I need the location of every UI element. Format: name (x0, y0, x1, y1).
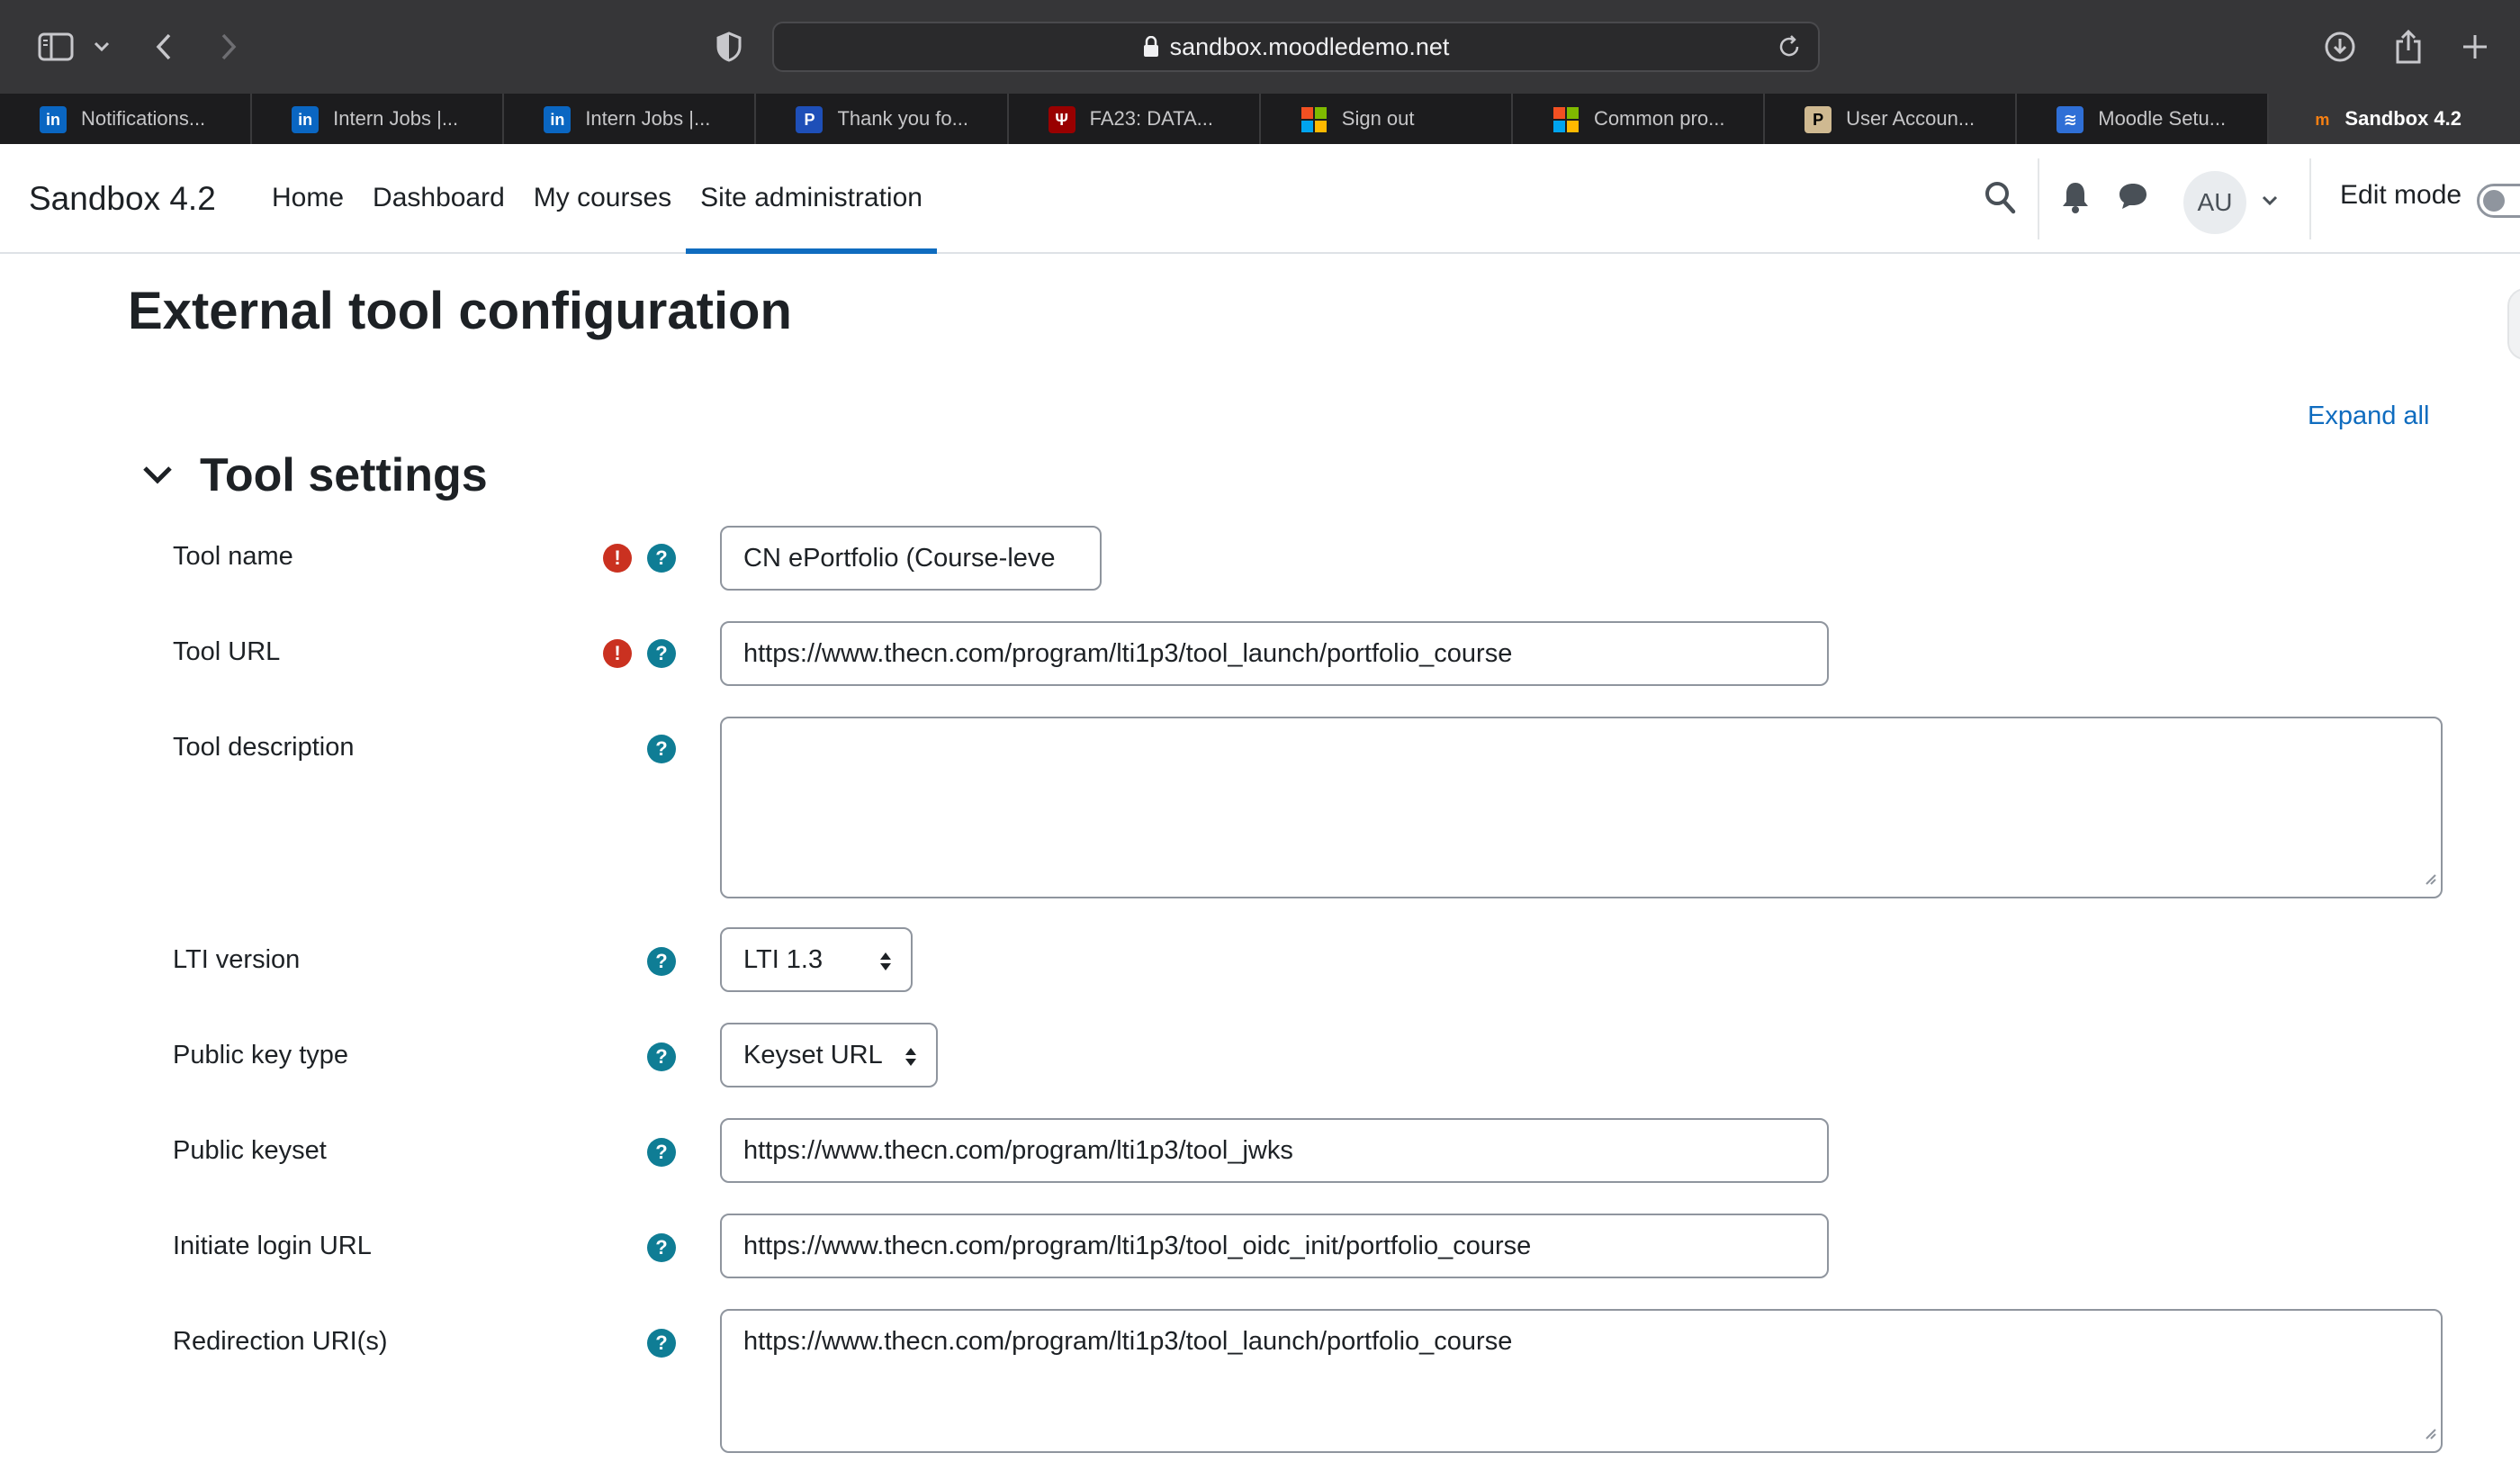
chevron-down-icon[interactable] (88, 22, 115, 72)
primary-navigation: Home Dashboard My courses Site administr… (257, 144, 937, 254)
nav-dashboard[interactable]: Dashboard (358, 144, 519, 252)
tab-label: User Accoun... (1846, 107, 1976, 130)
new-tab-icon[interactable] (2455, 22, 2495, 72)
public-key-type-value: Keyset URL (743, 1040, 883, 1069)
tab-user-account[interactable]: P User Accoun... (1765, 94, 2018, 144)
back-icon[interactable] (144, 22, 184, 72)
edit-mode-label: Edit mode (2340, 180, 2462, 210)
tab-label: Thank you fo... (837, 107, 968, 130)
public-keyset-input[interactable]: https://www.thecn.com/program/lti1p3/too… (720, 1118, 1829, 1183)
tool-url-label: Tool URL (173, 637, 281, 666)
tool-url-input[interactable]: https://www.thecn.com/program/lti1p3/too… (720, 621, 1829, 686)
tool-name-input[interactable]: CN ePortfolio (Course-leve (720, 526, 1102, 591)
help-icon[interactable]: ? (647, 1138, 676, 1167)
paypal-icon: P (796, 106, 824, 133)
moodle-icon: m (2315, 110, 2330, 129)
tab-thank-you[interactable]: P Thank you fo... (756, 94, 1009, 144)
lock-icon (1143, 36, 1159, 58)
tab-moodle-setup[interactable]: ≋ Moodle Setu... (2017, 94, 2270, 144)
linkedin-icon: in (40, 106, 67, 133)
sidebar-toggle-icon[interactable] (32, 22, 79, 72)
section-title-tool-settings[interactable]: Tool settings (200, 448, 488, 502)
lti-version-value: LTI 1.3 (743, 944, 824, 974)
site-brand[interactable]: Sandbox 4.2 (29, 180, 216, 218)
tab-linkedin-intern-jobs[interactable]: in Intern Jobs |... (252, 94, 505, 144)
user-avatar[interactable]: AU (2183, 171, 2246, 234)
expand-all-link[interactable]: Expand all (2308, 402, 2429, 431)
tool-description-textarea[interactable] (720, 717, 2443, 898)
search-icon[interactable] (1984, 180, 2016, 214)
redirection-uris-value: https://www.thecn.com/program/lti1p3/too… (743, 1327, 1513, 1356)
public-keyset-label: Public keyset (173, 1136, 327, 1165)
site-navbar: Sandbox 4.2 Home Dashboard My courses Si… (0, 144, 2520, 254)
microsoft-icon (1552, 106, 1580, 133)
help-icon[interactable]: ? (647, 735, 676, 763)
notifications-bell-icon[interactable] (2061, 180, 2090, 214)
help-icon[interactable]: ? (647, 639, 676, 668)
help-icon[interactable]: ? (647, 544, 676, 573)
initiate-login-url-input[interactable]: https://www.thecn.com/program/lti1p3/too… (720, 1214, 1829, 1278)
tab-label: Notifications... (81, 107, 206, 130)
messages-chat-icon[interactable] (2117, 180, 2149, 212)
browser-toolbar: sandbox.moodledemo.net (0, 0, 2520, 94)
help-icon[interactable]: ? (647, 947, 676, 976)
drawer-toggle-handle[interactable] (2507, 288, 2520, 360)
linkedin-icon: in (292, 106, 320, 133)
tool-description-label: Tool description (173, 733, 355, 762)
nav-home[interactable]: Home (257, 144, 358, 252)
tab-linkedin-notifications[interactable]: in Notifications... (0, 94, 253, 144)
nav-site-administration[interactable]: Site administration (686, 144, 937, 254)
select-caret-icon (878, 951, 893, 972)
reload-icon[interactable] (1777, 34, 1802, 66)
address-bar[interactable]: sandbox.moodledemo.net (772, 22, 1820, 72)
help-icon[interactable]: ? (647, 1233, 676, 1262)
tool-name-label: Tool name (173, 542, 293, 571)
url-text: sandbox.moodledemo.net (1169, 32, 1450, 60)
tab-label: Moodle Setu... (2098, 107, 2227, 130)
tab-label: Sign out (1341, 107, 1415, 130)
resize-grip-icon[interactable] (2423, 1418, 2437, 1448)
redirection-uris-label: Redirection URI(s) (173, 1327, 388, 1356)
tab-sandbox-active[interactable]: m Sandbox 4.2 (2269, 94, 2520, 144)
tab-label: FA23: DATA... (1089, 107, 1213, 130)
nav-my-courses[interactable]: My courses (519, 144, 686, 252)
chevron-down-icon[interactable] (140, 463, 175, 486)
tab-label: Sandbox 4.2 (2344, 107, 2462, 130)
tab-common-problems[interactable]: Common pro... (1513, 94, 1766, 144)
navbar-divider (2038, 158, 2039, 239)
lti-version-select[interactable]: LTI 1.3 (720, 927, 913, 992)
forward-icon[interactable] (209, 22, 248, 72)
help-icon[interactable]: ? (647, 1329, 676, 1358)
tab-fa23-data[interactable]: Ψ FA23: DATA... (1009, 94, 1261, 144)
public-key-type-label: Public key type (173, 1041, 349, 1069)
tab-label: Intern Jobs |... (585, 107, 711, 130)
tab-label: Common pro... (1593, 107, 1725, 130)
toggle-knob (2483, 190, 2505, 212)
linkedin-icon: in (544, 106, 572, 133)
tab-label: Intern Jobs |... (333, 107, 459, 130)
microsoft-icon (1300, 106, 1328, 133)
edit-mode-toggle[interactable] (2477, 184, 2520, 218)
required-icon: ! (603, 639, 632, 668)
tab-bar: in Notifications... in Intern Jobs |... … (0, 94, 2520, 144)
initiate-login-url-label: Initiate login URL (173, 1232, 372, 1260)
user-menu-chevron-down-icon[interactable] (2261, 194, 2279, 207)
select-caret-icon (904, 1046, 918, 1068)
lti-version-label: LTI version (173, 945, 301, 974)
help-icon[interactable]: ? (647, 1042, 676, 1071)
downloads-icon[interactable] (2320, 22, 2360, 72)
privacy-shield-icon[interactable] (711, 22, 747, 72)
resize-grip-icon[interactable] (2423, 863, 2437, 893)
public-key-type-select[interactable]: Keyset URL (720, 1023, 938, 1087)
iu-trident-icon: Ψ (1048, 106, 1076, 133)
tab-sign-out[interactable]: Sign out (1261, 94, 1513, 144)
tab-linkedin-intern-jobs-2[interactable]: in Intern Jobs |... (504, 94, 757, 144)
share-icon[interactable] (2389, 22, 2428, 72)
page-title: External tool configuration (128, 282, 792, 340)
required-icon: ! (603, 544, 632, 573)
purdue-icon: P (1804, 106, 1832, 133)
redirection-uris-textarea[interactable]: https://www.thecn.com/program/lti1p3/too… (720, 1309, 2443, 1453)
stack-icon: ≋ (2056, 106, 2084, 133)
navbar-divider (2309, 158, 2311, 239)
